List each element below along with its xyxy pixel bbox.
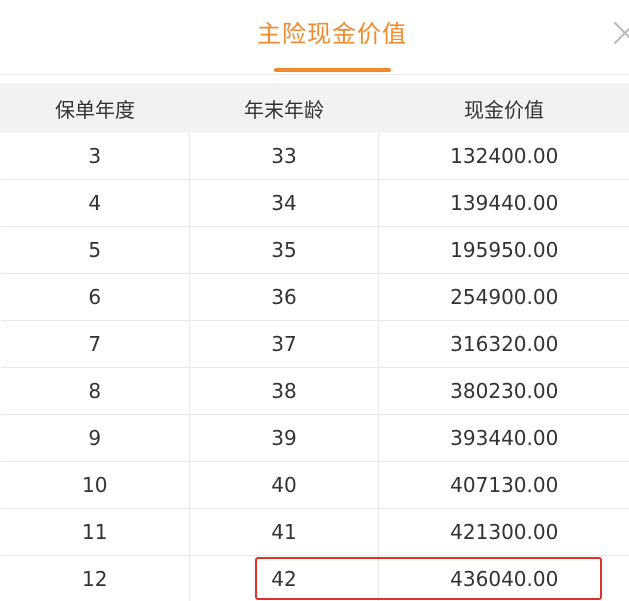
- policy-year-cell: 4: [0, 179, 190, 227]
- table-row: 11 41 421300.00: [0, 508, 629, 556]
- table-row: 4 34 139440.00: [0, 179, 629, 227]
- policy-year-cell: 3: [0, 132, 190, 180]
- cash-value-cell: 195950.00: [378, 226, 629, 274]
- cash-value-table: 保单年度 年末年龄 现金价值 3 33 132400.00 4 34 13944…: [0, 83, 629, 601]
- column-header-age-at-year-end: 年末年龄: [189, 83, 379, 133]
- cash-value-cell: 254900.00: [378, 273, 629, 321]
- age-cell: 35: [189, 226, 379, 274]
- age-cell: 41: [189, 508, 379, 556]
- policy-year-cell: 11: [0, 508, 190, 556]
- policy-year-cell: 5: [0, 226, 190, 274]
- cash-value-cell: 139440.00: [378, 179, 629, 227]
- policy-year-cell: 12: [0, 555, 190, 601]
- policy-year-cell: 8: [0, 367, 190, 415]
- cash-value-dialog: 主险现金价值 保单年度 年末年龄 现金价值 3 33 132400.00 4 3…: [0, 0, 629, 601]
- policy-year-cell: 9: [0, 414, 190, 462]
- age-cell: 40: [189, 461, 379, 509]
- cash-value-cell: 316320.00: [378, 320, 629, 368]
- close-icon[interactable]: [606, 18, 629, 48]
- cash-value-cell: 132400.00: [378, 132, 629, 180]
- table-row: 3 33 132400.00: [0, 132, 629, 180]
- age-cell: 36: [189, 273, 379, 321]
- age-cell: 37: [189, 320, 379, 368]
- age-cell: 42: [189, 555, 379, 601]
- table-row: 8 38 380230.00: [0, 367, 629, 415]
- policy-year-cell: 10: [0, 461, 190, 509]
- table-row: 10 40 407130.00: [0, 461, 629, 509]
- cash-value-cell: 407130.00: [378, 461, 629, 509]
- policy-year-cell: 6: [0, 273, 190, 321]
- active-tab-underline: [274, 68, 391, 72]
- cash-value-cell: 421300.00: [378, 508, 629, 556]
- table-row: 6 36 254900.00: [0, 273, 629, 321]
- table-row: 9 39 393440.00: [0, 414, 629, 462]
- table-row: 5 35 195950.00: [0, 226, 629, 274]
- policy-year-cell: 7: [0, 320, 190, 368]
- cash-value-cell: 393440.00: [378, 414, 629, 462]
- table-header-row: 保单年度 年末年龄 现金价值: [0, 83, 629, 133]
- table-row: 12 42 436040.00: [0, 555, 629, 601]
- dialog-header: 主险现金价值: [0, 0, 629, 75]
- cash-value-cell: 380230.00: [378, 367, 629, 415]
- age-cell: 38: [189, 367, 379, 415]
- age-cell: 34: [189, 179, 379, 227]
- age-cell: 39: [189, 414, 379, 462]
- table-row: 7 37 316320.00: [0, 320, 629, 368]
- dialog-title: 主险现金价值: [257, 20, 407, 48]
- age-cell: 33: [189, 132, 379, 180]
- column-header-cash-value: 现金价值: [378, 83, 629, 133]
- cash-value-cell: 436040.00: [378, 555, 629, 601]
- column-header-policy-year: 保单年度: [0, 83, 190, 133]
